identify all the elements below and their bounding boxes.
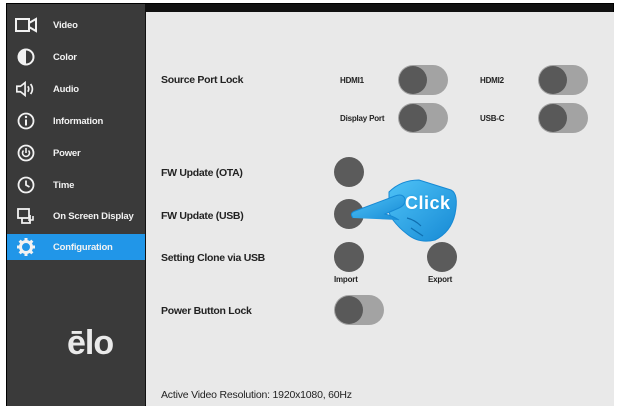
toggle-knob — [399, 66, 427, 94]
fw-update-ota-label: FW Update (OTA) — [161, 167, 243, 179]
clone-export-button[interactable] — [427, 242, 457, 272]
sidebar-item-label: Color — [53, 51, 77, 63]
import-label: Import — [334, 275, 358, 284]
usb-c-lock-toggle[interactable] — [538, 103, 588, 133]
hdmi2-label: HDMI2 — [480, 76, 504, 85]
export-label: Export — [428, 275, 453, 284]
fw-update-usb-button[interactable] — [334, 199, 364, 229]
elo-logo: ēlo — [67, 324, 114, 362]
sidebar-item-label: Power — [53, 147, 81, 159]
speaker-icon — [15, 79, 37, 99]
clone-import-button[interactable] — [334, 242, 364, 272]
toggle-knob — [539, 66, 567, 94]
video-camera-icon — [15, 15, 37, 35]
display-port-lock-toggle[interactable] — [398, 103, 448, 133]
sidebar-item-label: Time — [53, 179, 75, 191]
sidebar-item-time[interactable]: Time — [7, 172, 145, 198]
sidebar: Video Color Audio Information Power Time — [7, 4, 145, 406]
clock-icon — [15, 175, 37, 195]
sidebar-item-power[interactable]: Power — [7, 140, 145, 166]
sidebar-item-on-screen-display[interactable]: On Screen Display — [7, 203, 145, 229]
fw-update-ota-button[interactable] — [334, 157, 364, 187]
display-port-label: Display Port — [340, 114, 385, 123]
sidebar-item-label: Information — [53, 115, 104, 127]
gear-icon — [15, 237, 37, 257]
hdmi1-label: HDMI1 — [340, 76, 364, 85]
sidebar-item-label: Audio — [53, 83, 79, 95]
info-icon — [15, 111, 37, 131]
active-video-resolution: Active Video Resolution: 1920x1080, 60Hz — [161, 389, 352, 401]
sidebar-item-color[interactable]: Color — [7, 44, 145, 70]
toggle-knob — [539, 104, 567, 132]
setting-clone-label: Setting Clone via USB — [161, 252, 265, 264]
power-button-lock-toggle[interactable] — [334, 295, 384, 325]
power-button-lock-label: Power Button Lock — [161, 305, 252, 317]
toggle-knob — [335, 296, 363, 324]
sidebar-item-label: On Screen Display — [53, 210, 134, 222]
fw-update-usb-label: FW Update (USB) — [161, 210, 244, 222]
sidebar-item-configuration[interactable]: Configuration — [7, 234, 145, 260]
hdmi1-lock-toggle[interactable] — [398, 65, 448, 95]
source-port-lock-label: Source Port Lock — [161, 74, 244, 86]
osd-icon — [15, 206, 37, 226]
click-hint-label: Click — [405, 193, 451, 213]
hdmi2-lock-toggle[interactable] — [538, 65, 588, 95]
sidebar-item-label: Video — [53, 19, 78, 31]
usb-c-label: USB-C — [480, 114, 505, 123]
contrast-icon — [15, 47, 37, 67]
toggle-knob — [399, 104, 427, 132]
sidebar-item-information[interactable]: Information — [7, 108, 145, 134]
sidebar-item-label: Configuration — [53, 241, 113, 253]
sidebar-item-audio[interactable]: Audio — [7, 76, 145, 102]
power-icon — [15, 143, 37, 163]
sidebar-item-video[interactable]: Video — [7, 12, 145, 38]
